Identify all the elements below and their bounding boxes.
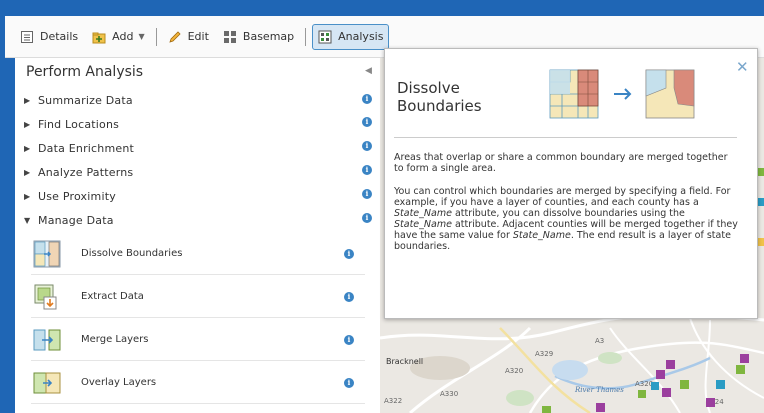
category-manage-data[interactable]: ▼ Manage Data	[24, 211, 114, 229]
tool-label: Extract Data	[81, 291, 144, 302]
chevron-right-icon: ▶	[24, 119, 31, 129]
map-marker[interactable]	[736, 365, 745, 374]
add-icon	[92, 30, 106, 44]
category-find-locations[interactable]: ▶ Find Locations	[24, 115, 119, 133]
map-marker[interactable]	[666, 360, 675, 369]
popup-description-2: You can control which boundaries are mer…	[394, 186, 738, 252]
details-label: Details	[40, 30, 79, 43]
dissolve-boundaries-icon	[33, 240, 61, 268]
map-marker[interactable]	[680, 380, 689, 389]
basemap-button[interactable]: Basemap	[218, 24, 299, 50]
map-road-label: A322	[384, 397, 402, 405]
category-analyze-patterns[interactable]: ▶ Analyze Patterns	[24, 163, 133, 181]
map-river-label: River Thames	[574, 386, 624, 394]
tool-help-popup: Dissolve Boundaries ✕ Areas that overlap…	[384, 48, 758, 319]
category-label: Use Proximity	[38, 189, 116, 203]
info-icon[interactable]: i	[344, 335, 354, 345]
map-marker[interactable]	[706, 398, 715, 407]
close-icon[interactable]: ✕	[736, 58, 749, 76]
map-marker[interactable]	[758, 238, 764, 246]
info-icon[interactable]: i	[362, 94, 372, 104]
map-marker[interactable]	[716, 380, 725, 389]
info-icon[interactable]: i	[362, 165, 372, 175]
window-frame-top	[0, 0, 764, 16]
category-label: Data Enrichment	[38, 141, 135, 155]
info-icon[interactable]: i	[362, 117, 372, 127]
map-marker[interactable]	[651, 382, 659, 390]
info-icon[interactable]: i	[362, 141, 372, 151]
category-label: Analyze Patterns	[38, 165, 134, 179]
analysis-label: Analysis	[338, 30, 384, 43]
tool-merge-layers[interactable]: Merge Layers	[31, 319, 365, 361]
map-marker[interactable]	[656, 370, 665, 379]
tool-label: Merge Layers	[81, 334, 149, 345]
window-frame-left	[0, 0, 5, 413]
category-label: Summarize Data	[38, 93, 133, 107]
tool-dissolve-boundaries[interactable]: Dissolve Boundaries	[31, 233, 365, 275]
info-icon[interactable]: i	[344, 292, 354, 302]
chevron-right-icon: ▶	[24, 143, 31, 153]
overlay-layers-icon	[33, 369, 61, 397]
category-data-enrichment[interactable]: ▶ Data Enrichment	[24, 139, 134, 157]
map-marker[interactable]	[596, 403, 605, 412]
popup-description-1: Areas that overlap or share a common bou…	[394, 152, 728, 174]
map-road-label: A330	[440, 390, 458, 398]
map-marker[interactable]	[542, 406, 551, 413]
panel-title: Perform Analysis	[26, 64, 144, 80]
category-summarize-data[interactable]: ▶ Summarize Data	[24, 91, 133, 109]
dissolve-diagram-icon	[548, 68, 698, 124]
map-road-label: A320	[505, 367, 523, 375]
toolbar-separator	[305, 27, 307, 46]
details-icon	[20, 30, 34, 44]
tool-extract-data[interactable]: Extract Data	[31, 276, 365, 318]
map-road-label: A3	[595, 337, 604, 345]
perform-analysis-panel: Perform Analysis ◀ ▶ Summarize Data i ▶ …	[15, 58, 380, 413]
category-label: Find Locations	[38, 117, 120, 131]
edit-label: Edit	[187, 30, 209, 43]
chevron-right-icon: ▶	[24, 191, 31, 201]
map-place-label: Bracknell	[386, 357, 423, 366]
info-icon[interactable]: i	[362, 189, 372, 199]
analysis-button[interactable]: Analysis	[312, 23, 390, 50]
edit-button[interactable]: Edit	[163, 24, 214, 50]
add-button[interactable]: Add ▼	[87, 24, 149, 50]
chevron-right-icon: ▶	[24, 167, 31, 177]
basemap-grid-icon	[223, 30, 237, 44]
map-road-label: A329	[535, 350, 553, 358]
info-icon[interactable]: i	[344, 378, 354, 388]
map-marker[interactable]	[758, 168, 764, 176]
info-icon[interactable]: i	[362, 213, 372, 223]
pencil-icon	[168, 30, 182, 44]
category-label: Manage Data	[38, 213, 114, 227]
map-marker[interactable]	[758, 198, 764, 206]
category-use-proximity[interactable]: ▶ Use Proximity	[24, 187, 116, 205]
add-label: Add	[112, 30, 134, 43]
merge-layers-icon	[33, 326, 61, 354]
popup-divider	[394, 137, 737, 138]
chevron-down-icon: ▼	[138, 32, 145, 41]
map-marker[interactable]	[638, 390, 646, 398]
details-button[interactable]: Details	[15, 24, 83, 50]
toolbar-separator	[155, 27, 157, 46]
info-icon[interactable]: i	[344, 249, 354, 259]
map-road-label: A320	[635, 380, 653, 388]
chevron-down-icon: ▼	[24, 215, 31, 225]
tool-label: Overlay Layers	[81, 377, 157, 388]
collapse-panel-icon[interactable]: ◀	[365, 66, 372, 76]
map-marker[interactable]	[662, 388, 671, 397]
chevron-right-icon: ▶	[24, 95, 31, 105]
analysis-icon	[318, 30, 332, 44]
tool-label: Dissolve Boundaries	[81, 248, 183, 259]
tool-overlay-layers[interactable]: Overlay Layers	[31, 362, 365, 404]
map-marker[interactable]	[740, 354, 749, 363]
popup-title: Dissolve Boundaries	[397, 79, 482, 115]
basemap-label: Basemap	[242, 30, 295, 43]
extract-data-icon	[33, 283, 61, 311]
